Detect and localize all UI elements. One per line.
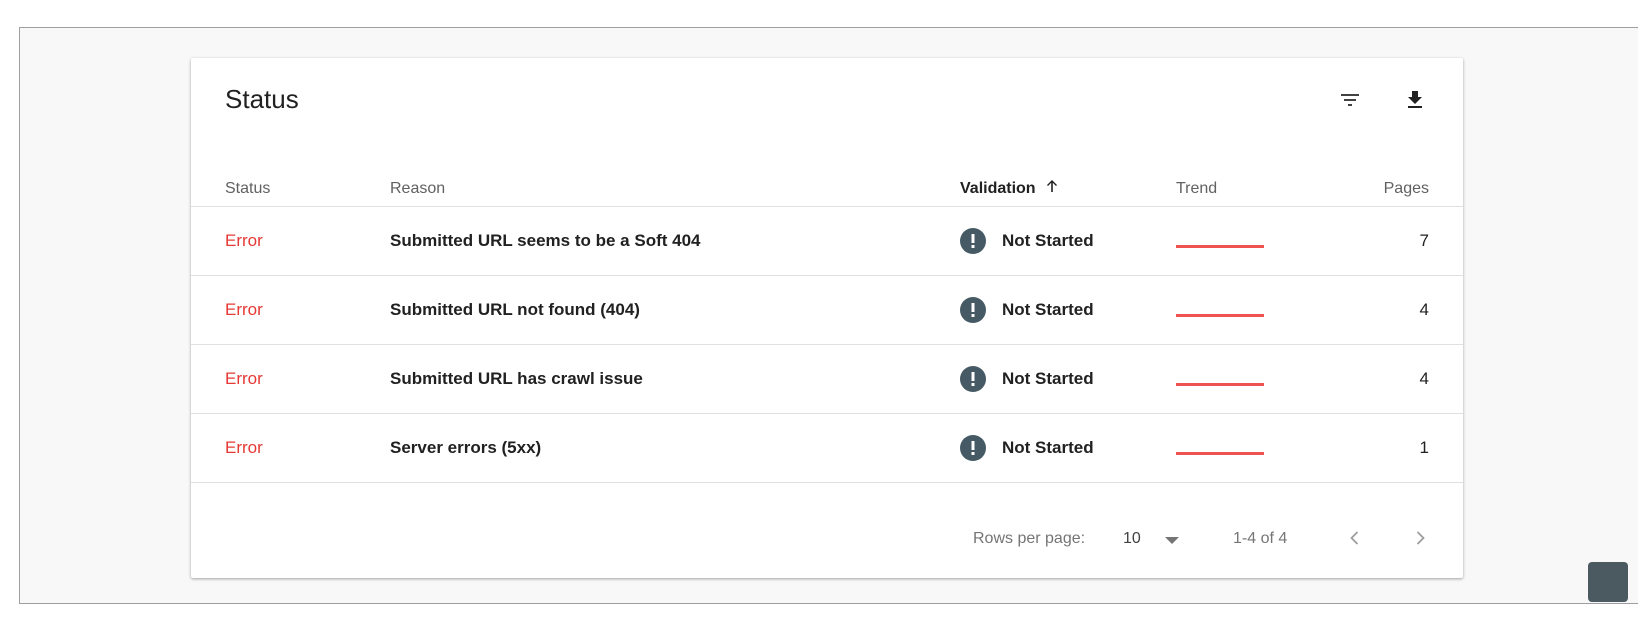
column-header-reason[interactable]: Reason (390, 179, 445, 199)
table-footer: Rows per page: 10 1-4 of 4 (191, 503, 1463, 578)
validation-cell: Not Started (960, 276, 1094, 344)
status-card: Status Status Reason Validation Trend Pa… (191, 58, 1463, 578)
reason-cell: Submitted URL not found (404) (390, 300, 640, 319)
trend-cell (1176, 207, 1266, 275)
filter-button[interactable] (1330, 80, 1370, 120)
arrow-up-icon (1045, 179, 1059, 199)
pages-cell: 7 (1419, 231, 1429, 250)
alert-icon (960, 228, 986, 254)
trend-sparkline (1176, 383, 1264, 386)
previous-page-button[interactable] (1337, 520, 1373, 556)
reason-cell: Submitted URL seems to be a Soft 404 (390, 231, 701, 250)
alert-icon (960, 435, 986, 461)
caret-down-icon (1165, 537, 1179, 544)
column-header-pages[interactable]: Pages (1384, 179, 1429, 199)
trend-sparkline (1176, 452, 1264, 455)
reason-cell: Server errors (5xx) (390, 438, 542, 457)
download-button[interactable] (1395, 80, 1435, 120)
validation-label: Not Started (1002, 300, 1094, 319)
trend-sparkline (1176, 245, 1264, 248)
status-cell: Error (225, 369, 263, 388)
pagination-range: 1-4 of 4 (1233, 530, 1288, 547)
trend-cell (1176, 345, 1266, 413)
rows-per-page-value: 10 (1123, 530, 1141, 547)
pages-cell: 1 (1419, 438, 1429, 457)
validation-cell: Not Started (960, 414, 1094, 482)
chevron-right-icon (1416, 531, 1425, 545)
column-header-status[interactable]: Status (225, 179, 270, 199)
pages-cell: 4 (1419, 300, 1429, 319)
trend-sparkline (1176, 314, 1264, 317)
pages-cell: 4 (1419, 369, 1429, 388)
validation-cell: Not Started (960, 345, 1094, 413)
floating-widget-icon[interactable] (1588, 562, 1628, 602)
reason-cell: Submitted URL has crawl issue (390, 369, 643, 388)
status-cell: Error (225, 231, 263, 250)
download-icon (1408, 91, 1422, 108)
validation-label: Not Started (1002, 369, 1094, 388)
filter-icon (1341, 94, 1359, 106)
table-row[interactable]: Error Submitted URL not found (404) Not … (191, 276, 1463, 345)
table-body: Error Submitted URL seems to be a Soft 4… (191, 207, 1463, 483)
table-row[interactable]: Error Server errors (5xx) Not Started 1 (191, 414, 1463, 483)
chevron-left-icon (1350, 531, 1359, 545)
rows-per-page-select[interactable]: 10 (1123, 524, 1193, 554)
column-header-validation[interactable]: Validation (960, 179, 1059, 199)
card-title: Status (225, 84, 299, 114)
table-row[interactable]: Error Submitted URL has crawl issue Not … (191, 345, 1463, 414)
alert-icon (960, 366, 986, 392)
alert-icon (960, 297, 986, 323)
trend-cell (1176, 414, 1266, 482)
column-header-validation-label: Validation (960, 180, 1036, 197)
validation-label: Not Started (1002, 231, 1094, 250)
trend-cell (1176, 276, 1266, 344)
validation-label: Not Started (1002, 438, 1094, 457)
validation-cell: Not Started (960, 207, 1094, 275)
status-cell: Error (225, 300, 263, 319)
table-row[interactable]: Error Submitted URL seems to be a Soft 4… (191, 207, 1463, 276)
next-page-button[interactable] (1402, 520, 1438, 556)
column-header-trend[interactable]: Trend (1176, 179, 1217, 199)
rows-per-page-label: Rows per page: (973, 530, 1086, 547)
status-cell: Error (225, 438, 263, 457)
